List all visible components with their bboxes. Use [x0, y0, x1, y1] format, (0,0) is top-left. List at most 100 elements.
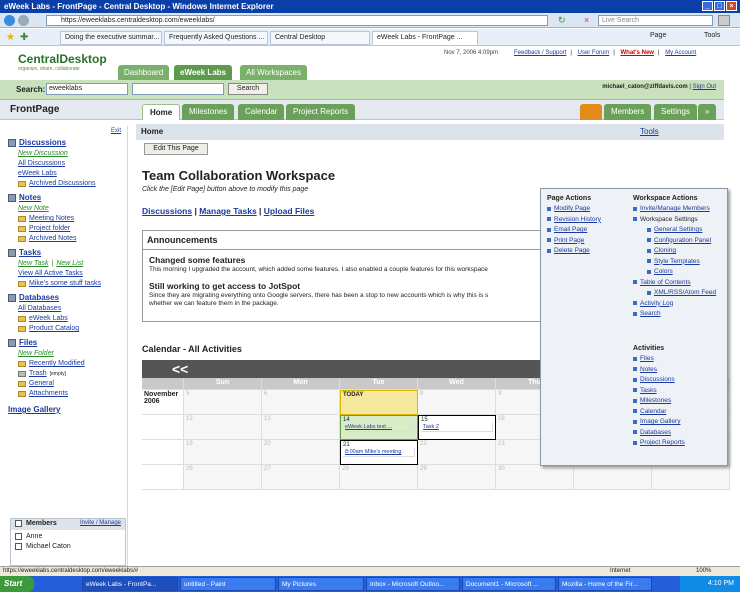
- general-folder-item[interactable]: General: [18, 380, 127, 387]
- feedback-link[interactable]: Feedback / Support: [514, 50, 566, 56]
- more-tabs-button[interactable]: »: [698, 104, 717, 120]
- workspace-action-item[interactable]: Workspace Settings: [633, 216, 716, 223]
- taskbar-item[interactable]: My Pictures: [278, 577, 364, 591]
- view-all-tasks-link[interactable]: View All Active Tasks: [18, 270, 127, 277]
- workspace-action-item[interactable]: Configuration Panel: [647, 237, 716, 244]
- tab-milestones[interactable]: Milestones: [182, 104, 235, 120]
- sidebar-heading-notes[interactable]: Notes: [8, 193, 127, 202]
- add-favorites-icon[interactable]: ✚: [20, 32, 28, 43]
- calendar-day[interactable]: 8: [418, 390, 496, 415]
- browser-tab[interactable]: Central Desktop: [270, 31, 370, 45]
- activity-item[interactable]: Image Gallery: [633, 418, 685, 425]
- sign-out-link[interactable]: Sign Out: [693, 84, 716, 90]
- url-input[interactable]: https://eweeklabs.centraldesktop.com/ewe…: [46, 15, 548, 26]
- calendar-day[interactable]: [574, 465, 652, 490]
- browser-tab[interactable]: Frequently Asked Questions ...: [164, 31, 268, 45]
- page-menu[interactable]: Page: [650, 32, 666, 39]
- tools-menu-link[interactable]: Tools: [640, 127, 659, 136]
- attachments-item[interactable]: Attachments: [18, 390, 127, 397]
- calendar-day[interactable]: 13: [262, 415, 340, 440]
- mikes-tasks-item[interactable]: Mike's some stuff tasks: [18, 280, 127, 287]
- page-action-item[interactable]: Modify Page: [547, 205, 601, 212]
- activity-item[interactable]: Discussions: [633, 376, 685, 383]
- workspace-action-item[interactable]: Invite/Manage Members: [633, 205, 716, 212]
- calendar-day[interactable]: 22: [418, 440, 496, 465]
- taskbar-item[interactable]: Inbox - Microsoft Outloo...: [366, 577, 460, 591]
- search-input[interactable]: [132, 83, 224, 95]
- activity-item[interactable]: Calendar: [633, 408, 685, 415]
- trash-item[interactable]: Trash [empty]: [18, 370, 127, 377]
- search-button[interactable]: Search: [228, 83, 268, 95]
- workspace-action-item[interactable]: General Settings: [647, 226, 716, 233]
- back-icon[interactable]: [4, 15, 15, 26]
- tab-home[interactable]: Home: [142, 104, 181, 120]
- tab-eweek-labs[interactable]: eWeek Labs: [174, 65, 233, 80]
- calendar-day[interactable]: 12: [184, 415, 262, 440]
- tab-members[interactable]: Members: [604, 104, 652, 120]
- calendar-day[interactable]: 26: [184, 465, 262, 490]
- edit-page-button[interactable]: Edit This Page: [144, 143, 208, 155]
- workspace-action-item[interactable]: Search: [633, 310, 716, 317]
- invite-manage-link[interactable]: Invite / Manage: [80, 520, 121, 529]
- start-button[interactable]: Start: [0, 576, 34, 592]
- page-action-item[interactable]: Print Page: [547, 237, 601, 244]
- workspace-action-item[interactable]: Table of Contents: [633, 279, 716, 286]
- activity-item[interactable]: Milestones: [633, 397, 685, 404]
- sidebar-heading-discussions[interactable]: Discussions: [8, 138, 127, 147]
- tab-all-workspaces[interactable]: All Workspaces: [240, 65, 307, 80]
- all-discussions-link[interactable]: All Discussions: [18, 160, 127, 167]
- activity-item[interactable]: Notes: [633, 366, 685, 373]
- stop-icon[interactable]: ×: [584, 15, 589, 25]
- calendar-day[interactable]: 6: [262, 390, 340, 415]
- new-note-link[interactable]: New Note: [18, 205, 127, 212]
- calendar-day[interactable]: 20: [262, 440, 340, 465]
- eweek-labs-discussion-link[interactable]: eWeek Labs: [18, 170, 127, 177]
- archived-notes-item[interactable]: Archived Notes: [18, 235, 127, 242]
- new-list-link[interactable]: New List: [56, 260, 83, 267]
- new-task-link[interactable]: New Task: [18, 260, 48, 267]
- calendar-event[interactable]: 8:00am Mike's meeting: [343, 448, 415, 457]
- manage-tasks-link[interactable]: Manage Tasks: [199, 206, 256, 216]
- image-gallery-link[interactable]: Image Gallery: [8, 405, 127, 414]
- forward-icon[interactable]: [18, 15, 29, 26]
- calendar-day[interactable]: 30: [496, 465, 574, 490]
- product-catalog-item[interactable]: Product Catalog: [18, 325, 127, 332]
- all-databases-link[interactable]: All Databases: [18, 305, 127, 312]
- calendar-day[interactable]: 29: [418, 465, 496, 490]
- archived-discussions-item[interactable]: Archived Discussions: [18, 180, 127, 187]
- new-folder-link[interactable]: New Folder: [18, 350, 127, 357]
- calendar-day[interactable]: 21 8:00am Mike's meeting: [340, 440, 418, 465]
- favorites-star-icon[interactable]: ★: [6, 32, 15, 43]
- refresh-icon[interactable]: ↻: [558, 15, 566, 26]
- calendar-event[interactable]: eWeek Labs test ...: [343, 423, 415, 432]
- calendar-day[interactable]: 15 Task 2: [418, 415, 496, 440]
- upload-files-link[interactable]: Upload Files: [264, 206, 315, 216]
- user-forum-link[interactable]: User Forum: [578, 50, 610, 56]
- page-action-item[interactable]: Revision History: [547, 216, 601, 223]
- workspace-action-item[interactable]: Cloning: [647, 247, 716, 254]
- activity-item[interactable]: Files: [633, 355, 685, 362]
- calendar-day[interactable]: TODAY: [340, 390, 418, 415]
- taskbar-item[interactable]: Document1 - Microsoft ...: [462, 577, 556, 591]
- discussions-link[interactable]: Discussions: [142, 206, 192, 216]
- workspace-action-item[interactable]: Activity Log: [633, 300, 716, 307]
- maximize-button[interactable]: □: [714, 1, 725, 11]
- calendar-day[interactable]: [652, 465, 730, 490]
- page-action-item[interactable]: Delete Page: [547, 247, 601, 254]
- tab-project-reports[interactable]: Project Reports: [286, 104, 356, 120]
- search-go-icon[interactable]: [718, 15, 730, 26]
- tab-settings[interactable]: Settings: [654, 104, 697, 120]
- page-action-item[interactable]: Email Page: [547, 226, 601, 233]
- browser-tab[interactable]: Doing the executive summar...: [60, 31, 162, 45]
- taskbar-item[interactable]: eWeek Labs - FrontPa...: [82, 577, 178, 591]
- calendar-event[interactable]: Task 2: [421, 423, 493, 432]
- my-account-link[interactable]: My Account: [665, 50, 696, 56]
- member-checkbox[interactable]: [15, 533, 22, 540]
- member-checkbox[interactable]: [15, 543, 22, 550]
- zoom-level[interactable]: 100%: [696, 568, 711, 574]
- minimize-button[interactable]: _: [702, 1, 713, 11]
- tab-dashboard[interactable]: Dashboard: [118, 65, 170, 80]
- live-search-input[interactable]: Live Search: [598, 15, 713, 26]
- search-scope-select[interactable]: eweeklabs: [46, 83, 128, 95]
- exit-link[interactable]: Exit: [111, 128, 121, 134]
